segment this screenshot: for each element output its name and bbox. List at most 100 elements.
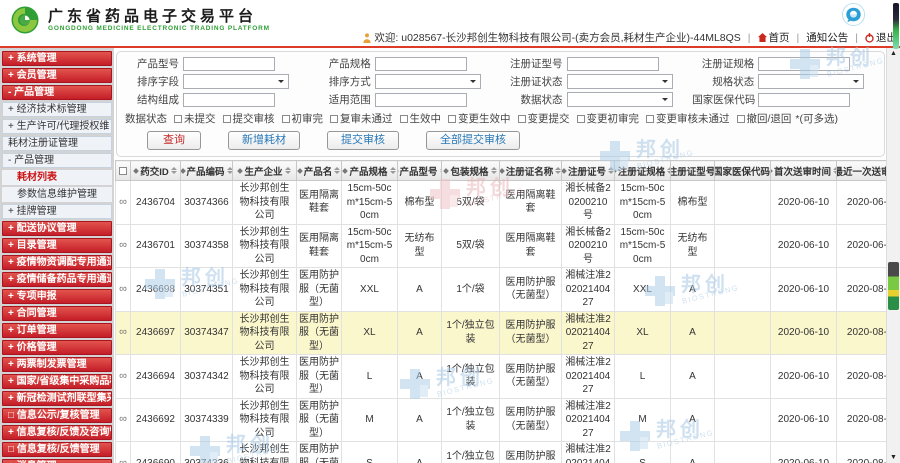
column-header[interactable]: 最近一次送审时间: [837, 161, 887, 181]
column-header[interactable]: 注册证型号: [671, 161, 715, 181]
sidebar-item[interactable]: + 信息复核/反馈及咨询管: [2, 425, 112, 440]
column-header[interactable]: 生产企业: [233, 161, 297, 181]
sort-icon[interactable]: [334, 167, 340, 174]
content-scrollbar[interactable]: ▲ ▼: [886, 48, 900, 463]
toolbar-button[interactable]: 新增耗材: [228, 131, 300, 150]
status-checkbox[interactable]: [174, 115, 182, 123]
table-row[interactable]: ∞243669830374351长沙邦创生物科技有限公司医用防护服（无菌型）XX…: [116, 268, 887, 312]
scrollbar-thumb[interactable]: [888, 262, 899, 310]
row-detail-icon[interactable]: ∞: [119, 239, 127, 251]
toolbar-button[interactable]: 提交审核: [327, 131, 399, 150]
filter-input[interactable]: [375, 93, 467, 107]
column-header[interactable]: 首次送审时间: [771, 161, 837, 181]
table-row[interactable]: ∞243669430374342长沙邦创生物科技有限公司医用防护服（无菌型）LA…: [116, 355, 887, 399]
toolbar-button[interactable]: 全部提交审核: [426, 131, 520, 150]
table-row[interactable]: ∞243669230374339长沙邦创生物科技有限公司医用防护服（无菌型）MA…: [116, 398, 887, 442]
table-cell: 2436698: [131, 268, 181, 312]
sidebar-item[interactable]: + 挂牌管理: [2, 204, 112, 219]
sort-icon[interactable]: [227, 167, 233, 174]
column-header[interactable]: 注册证号: [562, 161, 615, 181]
table-row[interactable]: ∞243669730374347长沙邦创生物科技有限公司医用防护服（无菌型）XL…: [116, 311, 887, 355]
filter-input[interactable]: [758, 93, 850, 107]
status-checkbox[interactable]: [223, 115, 231, 123]
sidebar-item[interactable]: - 产品管理: [2, 85, 112, 100]
sidebar-item[interactable]: + 系统管理: [2, 51, 112, 66]
row-detail-icon[interactable]: ∞: [119, 196, 127, 208]
sidebar-item[interactable]: + 新冠检测试剂联型集采: [2, 391, 112, 406]
status-checkbox[interactable]: [646, 115, 654, 123]
toolbar-button[interactable]: 查询: [147, 131, 201, 150]
status-checkbox[interactable]: [577, 115, 585, 123]
filter-select[interactable]: [567, 92, 673, 107]
table-row[interactable]: ∞243670430374366长沙邦创生物科技有限公司医用隔离鞋套15cm-5…: [116, 181, 887, 225]
sidebar-item[interactable]: + 专项申报: [2, 289, 112, 304]
sort-icon[interactable]: [833, 167, 836, 174]
sidebar-item[interactable]: + 订单管理: [2, 323, 112, 338]
scroll-up-icon[interactable]: ▲: [887, 50, 900, 57]
column-header[interactable]: 产品规格: [342, 161, 398, 181]
filter-input[interactable]: [183, 93, 275, 107]
nav-home[interactable]: 首页: [758, 30, 790, 45]
sidebar-item[interactable]: 耗材列表: [2, 170, 112, 185]
filter-input[interactable]: [375, 57, 467, 71]
sort-icon[interactable]: [491, 167, 497, 174]
status-checkbox[interactable]: [448, 115, 456, 123]
sidebar-item[interactable]: + 合同管理: [2, 306, 112, 321]
sort-icon[interactable]: [555, 167, 561, 174]
sort-icon[interactable]: [285, 167, 291, 174]
chat-icon[interactable]: [841, 2, 866, 32]
sidebar-item[interactable]: + 会员管理: [2, 68, 112, 83]
row-detail-icon[interactable]: ∞: [119, 283, 127, 295]
sidebar-item[interactable]: - 产品管理: [2, 153, 112, 168]
filter-select[interactable]: [183, 74, 289, 89]
filter-input[interactable]: [758, 57, 850, 71]
filter-input[interactable]: [567, 57, 659, 71]
sidebar-item[interactable]: + 消息管理: [2, 459, 112, 463]
sidebar-item[interactable]: □ 信息复核/反馈管理: [2, 442, 112, 457]
filter-select[interactable]: [567, 74, 673, 89]
nav-notices[interactable]: 通知公告: [806, 30, 848, 45]
sort-icon[interactable]: [608, 167, 614, 174]
select-all-checkbox[interactable]: [119, 167, 127, 175]
status-checkbox[interactable]: [330, 115, 338, 123]
column-header[interactable]: 产品名: [297, 161, 342, 181]
sidebar-item[interactable]: 耗材注册证管理: [2, 136, 112, 151]
sidebar-item[interactable]: □ 信息公示/复核管理: [2, 408, 112, 423]
status-checkbox[interactable]: [400, 115, 408, 123]
status-checkbox[interactable]: [282, 115, 290, 123]
row-detail-icon[interactable]: ∞: [119, 457, 127, 463]
sidebar-item[interactable]: 参数信息维护管理: [2, 187, 112, 202]
sidebar-item[interactable]: + 价格管理: [2, 340, 112, 355]
row-detail-icon[interactable]: ∞: [119, 370, 127, 382]
table-row[interactable]: ∞243669030374336长沙邦创生物科技有限公司医用防护服（无菌型）SA…: [116, 442, 887, 463]
column-header[interactable]: 产品编码: [181, 161, 233, 181]
sidebar-item[interactable]: + 经济技术标管理: [2, 102, 112, 117]
sidebar-item[interactable]: + 国家/省级集中采购品种: [2, 374, 112, 389]
column-header[interactable]: 药交ID: [131, 161, 181, 181]
table-row[interactable]: ∞243670130374358长沙邦创生物科技有限公司医用隔离鞋套15cm-5…: [116, 224, 887, 268]
column-header[interactable]: 产品型号: [398, 161, 442, 181]
filter-select[interactable]: [375, 74, 481, 89]
sidebar-item[interactable]: + 两票制发票管理: [2, 357, 112, 372]
scroll-down-icon[interactable]: ▼: [887, 454, 900, 461]
sidebar-item[interactable]: + 疫情储备药品专用通道: [2, 272, 112, 287]
column-header[interactable]: 国家医保代码: [715, 161, 771, 181]
sidebar-item[interactable]: + 目录管理: [2, 238, 112, 253]
row-detail-icon[interactable]: ∞: [119, 326, 127, 338]
sidebar-item[interactable]: + 生产许可/代理授权维: [2, 119, 112, 134]
sidebar-item[interactable]: + 配送协议管理: [2, 221, 112, 236]
status-checkbox[interactable]: [518, 115, 526, 123]
sort-icon[interactable]: [390, 167, 396, 174]
column-header[interactable]: 注册证名称: [500, 161, 562, 181]
table-cell: 15cm-50cm*15cm-50cm: [615, 224, 671, 268]
sort-icon[interactable]: [171, 167, 177, 174]
sidebar-item[interactable]: + 疫情物资调配专用通道: [2, 255, 112, 270]
column-header-label: 产品名: [304, 164, 333, 178]
table-cell: [715, 442, 771, 463]
column-header[interactable]: 包装规格: [442, 161, 500, 181]
filter-select[interactable]: [758, 74, 864, 89]
status-checkbox[interactable]: [737, 115, 745, 123]
filter-input[interactable]: [183, 57, 275, 71]
row-detail-icon[interactable]: ∞: [119, 413, 127, 425]
column-header[interactable]: 注册证规格: [615, 161, 671, 181]
